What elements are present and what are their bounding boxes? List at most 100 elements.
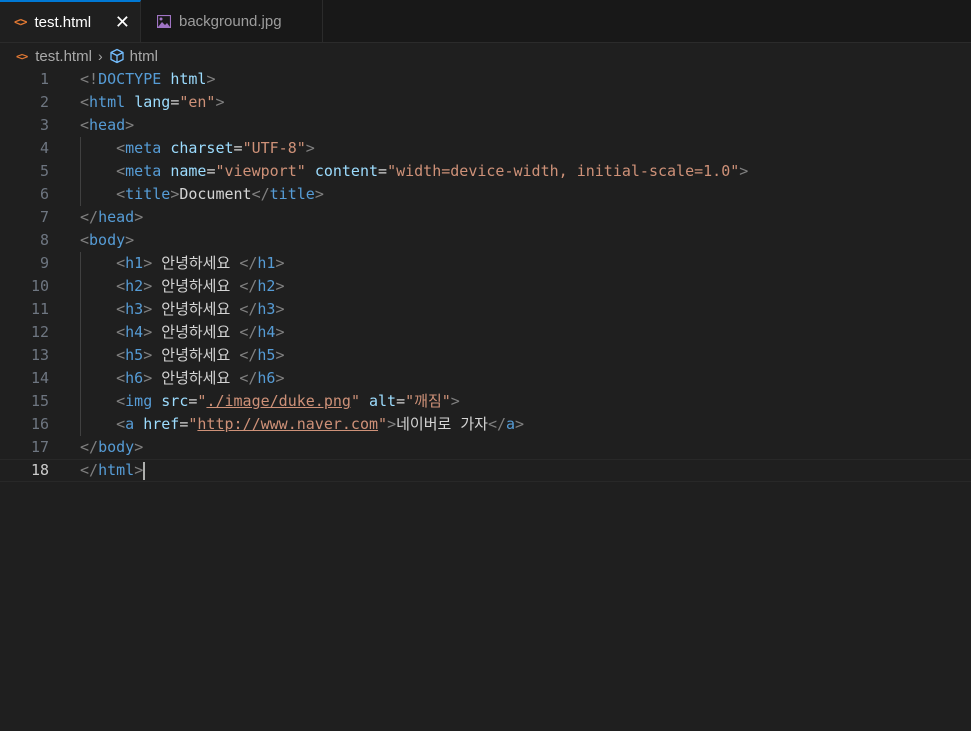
code-text: <h5> 안녕하세요 </h5> [80,344,284,367]
code-line[interactable]: 17 </body> [0,436,971,459]
code-token: head [98,208,135,226]
tab-background-jpg[interactable]: background.jpg [141,0,323,42]
code-token: </ [239,369,258,387]
tab-test-html[interactable]: <> test.html ✕ [0,0,141,42]
code-token: h2 [257,277,276,295]
code-token: > [134,208,144,226]
line-number: 5 [39,162,49,180]
line-number: 10 [30,277,49,295]
code-token: > [450,392,460,410]
code-line[interactable]: 12 <h4> 안녕하세요 </h4> [0,321,971,344]
code-token: > [134,461,144,479]
code-line[interactable]: 6 <title>Document</title> [0,183,971,206]
html-file-icon: <> [14,15,27,29]
code-line[interactable]: 1 <!DOCTYPE html> [0,68,971,91]
code-token: = [170,93,180,111]
code-token: < [116,139,126,157]
code-token: <! [80,70,99,88]
line-number: 4 [39,139,49,157]
code-token: </ [239,346,258,364]
code-line[interactable]: 14 <h6> 안녕하세요 </h6> [0,367,971,390]
code-line[interactable]: 8 <body> [0,229,971,252]
code-token: title [269,185,315,203]
close-icon[interactable]: ✕ [115,12,130,33]
code-token: < [116,369,126,387]
line-number: 8 [39,231,49,249]
code-token: 안녕하세요 [152,254,240,272]
code-line[interactable]: 5 <meta name="viewport" content="width=d… [0,160,971,183]
code-token: meta [125,162,162,180]
code-line[interactable]: 4 <meta charset="UTF-8"> [0,137,971,160]
code-token: h4 [125,323,144,341]
line-number: 11 [30,300,49,318]
code-token: h3 [125,300,144,318]
code-line[interactable]: 9 <h1> 안녕하세요 </h1> [0,252,971,275]
code-text: <head> [80,114,134,137]
code-token: ./image/duke.png [206,392,351,410]
code-token: > [739,162,749,180]
code-line[interactable]: 13 <h5> 안녕하세요 </h5> [0,344,971,367]
editor-tab-bar: <> test.html ✕ background.jpg [0,0,971,43]
line-number: 2 [39,93,49,111]
line-number: 17 [30,438,49,456]
code-token: > [125,116,135,134]
code-line[interactable]: 11 <h3> 안녕하세요 </h3> [0,298,971,321]
code-text: <img src="./image/duke.png" alt="깨짐"> [80,390,460,413]
code-text: <meta name="viewport" content="width=dev… [80,160,748,183]
code-token: src [161,392,189,410]
code-token: > [206,70,216,88]
code-line[interactable]: 3 <head> [0,114,971,137]
line-number: 13 [30,346,49,364]
code-token: 안녕하세요 [152,346,240,364]
code-token: < [116,277,126,295]
code-token: </ [239,323,258,341]
code-token: body [89,231,126,249]
code-token: charset [170,139,234,157]
code-text: <title>Document</title> [80,183,324,206]
code-token: h4 [257,323,276,341]
code-text: <h4> 안녕하세요 </h4> [80,321,284,344]
code-line[interactable]: 7 </head> [0,206,971,229]
code-line[interactable]: 2 <html lang="en"> [0,91,971,114]
tab-label: background.jpg [179,12,282,30]
tab-label: test.html [34,13,92,31]
line-number: 6 [39,185,49,203]
code-token: </ [251,185,270,203]
code-line[interactable]: 18 </html> [0,459,971,482]
code-text: </body> [80,436,143,459]
code-line[interactable]: 15 <img src="./image/duke.png" alt="깨짐"> [0,390,971,413]
code-line[interactable]: 10 <h2> 안녕하세요 </h2> [0,275,971,298]
breadcrumb-file[interactable]: test.html [35,48,92,65]
code-token: h6 [257,369,276,387]
code-token: < [116,346,126,364]
code-token: "width=device-width, initial-scale=1.0" [387,162,740,180]
code-editor[interactable]: 1 <!DOCTYPE html> 2 <html lang="en"> 3 <head>… [0,68,971,731]
code-token: " [378,415,388,433]
code-line[interactable]: 16 <a href="http://www.naver.com">네이버로 가… [0,413,971,436]
code-token: name [170,162,207,180]
code-token: "UTF-8" [242,139,306,157]
code-token: > [275,277,285,295]
code-token: > [143,323,153,341]
code-token: img [125,392,153,410]
code-text: <!DOCTYPE html> [80,68,215,91]
code-token: 안녕하세요 [152,369,240,387]
code-token: = [233,139,243,157]
code-token: body [98,438,135,456]
code-token: < [116,323,126,341]
code-token: title [125,185,171,203]
code-token: h6 [125,369,144,387]
code-token: 안녕하세요 [152,300,240,318]
code-text: <h2> 안녕하세요 </h2> [80,275,284,298]
code-token: > [134,438,144,456]
code-token: h1 [125,254,144,272]
code-token: 안녕하세요 [152,277,240,295]
code-token: > [275,254,285,272]
breadcrumb-symbol[interactable]: html [130,48,158,65]
